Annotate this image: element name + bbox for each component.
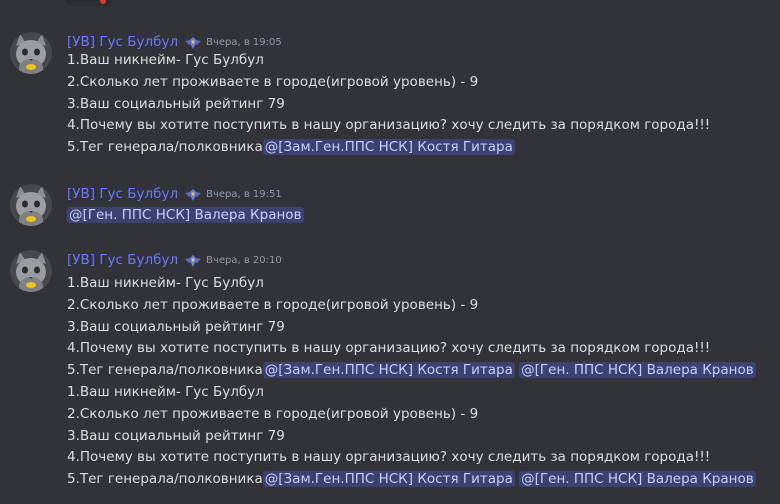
police-emblem-icon bbox=[184, 253, 202, 267]
message-line: 5.Тег генерала/полковника @[Зам.Ген.ППС Н… bbox=[67, 361, 756, 379]
message-line: 4.Почему вы хотите поступить в нашу орга… bbox=[67, 448, 710, 466]
message-text: 4.Почему вы хотите поступить в нашу орга… bbox=[67, 117, 711, 134]
message-text: 2.Сколько лет проживаете в городе(игрово… bbox=[67, 296, 479, 313]
message-line: 2.Сколько лет проживаете в городе(игрово… bbox=[67, 405, 478, 423]
author-name[interactable]: [УВ] Гус Булбул bbox=[67, 252, 178, 268]
message-text: 5.Тег генерала/полковника bbox=[67, 471, 263, 488]
reaction-bar[interactable] bbox=[66, 0, 112, 6]
message-line: 3.Ваш социальный рейтинг 79 bbox=[67, 95, 285, 113]
author-name[interactable]: [УВ] Гус Булбул bbox=[67, 186, 178, 202]
message-line: 3.Ваш социальный рейтинг 79 bbox=[67, 318, 285, 336]
user-mention[interactable]: @[Ген. ППС НСК] Валера Кранов bbox=[519, 362, 756, 379]
message-text: 3.Ваш социальный рейтинг 79 bbox=[67, 318, 285, 335]
reaction-indicator bbox=[100, 0, 106, 4]
message-timestamp: Вчера, в 19:05 bbox=[206, 36, 282, 48]
message-line: 2.Сколько лет проживаете в городе(игрово… bbox=[67, 296, 478, 314]
user-avatar[interactable] bbox=[10, 32, 52, 74]
message-line: 4.Почему вы хотите поступить в нашу орга… bbox=[67, 339, 710, 357]
message-line: 5.Тег генерала/полковника @[Зам.Ген.ППС Н… bbox=[67, 470, 756, 488]
user-mention[interactable]: @[Зам.Ген.ППС НСК] Костя Гитара bbox=[262, 139, 515, 156]
message-line: 4.Почему вы хотите поступить в нашу орга… bbox=[67, 116, 710, 134]
user-mention[interactable]: @[Ген. ППС НСК] Валера Кранов bbox=[519, 471, 756, 488]
police-emblem-icon bbox=[184, 187, 202, 201]
user-mention[interactable]: @[Ген. ППС НСК] Валера Кранов bbox=[67, 207, 304, 223]
message-text: 4.Почему вы хотите поступить в нашу орга… bbox=[67, 449, 711, 466]
message-text: 2.Сколько лет проживаете в городе(игрово… bbox=[67, 405, 479, 422]
message-text: 3.Ваш социальный рейтинг 79 bbox=[67, 427, 285, 444]
message-line: @[Ген. ППС НСК] Валера Кранов bbox=[67, 206, 304, 224]
message-text: 1.Ваш никнейм- Гус Булбул bbox=[67, 384, 264, 400]
message-line: 1.Ваш никнейм- Гус Булбул bbox=[67, 383, 264, 401]
user-avatar[interactable] bbox=[10, 250, 52, 292]
message-header: [УВ] Гус Булбул Вчера, в 20:10 bbox=[67, 251, 282, 269]
user-mention[interactable]: @[Зам.Ген.ППС НСК] Костя Гитара bbox=[262, 471, 515, 488]
message-text: 3.Ваш социальный рейтинг 79 bbox=[67, 95, 285, 112]
user-avatar[interactable] bbox=[10, 184, 52, 226]
message-line: 1.Ваш никнейм- Гус Булбул bbox=[67, 274, 264, 292]
message-text: 5.Тег генерала/полковника bbox=[67, 139, 263, 156]
message-text: 5.Тег генерала/полковника bbox=[67, 362, 263, 379]
message-timestamp: Вчера, в 19:51 bbox=[206, 188, 282, 200]
user-mention[interactable]: @[Зам.Ген.ППС НСК] Костя Гитара bbox=[262, 362, 515, 379]
message-text: 1.Ваш никнейм- Гус Булбул bbox=[67, 275, 264, 291]
message-line: 1.Ваш никнейм- Гус Булбул bbox=[67, 51, 264, 69]
message-text: 4.Почему вы хотите поступить в нашу орга… bbox=[67, 340, 711, 357]
message-text: 1.Ваш никнейм- Гус Булбул bbox=[67, 52, 264, 68]
author-name[interactable]: [УВ] Гус Булбул bbox=[67, 34, 178, 50]
message-timestamp: Вчера, в 20:10 bbox=[206, 254, 282, 266]
message-line: 2.Сколько лет проживаете в городе(игрово… bbox=[67, 73, 478, 91]
message-text: 2.Сколько лет проживаете в городе(игрово… bbox=[67, 73, 479, 90]
police-emblem-icon bbox=[184, 35, 202, 49]
message-header: [УВ] Гус Булбул Вчера, в 19:05 bbox=[67, 33, 282, 51]
message-header: [УВ] Гус Булбул Вчера, в 19:51 bbox=[67, 185, 282, 203]
message-line: 3.Ваш социальный рейтинг 79 bbox=[67, 427, 285, 445]
message-line: 5.Тег генерала/полковника @[Зам.Ген.ППС Н… bbox=[67, 138, 515, 156]
